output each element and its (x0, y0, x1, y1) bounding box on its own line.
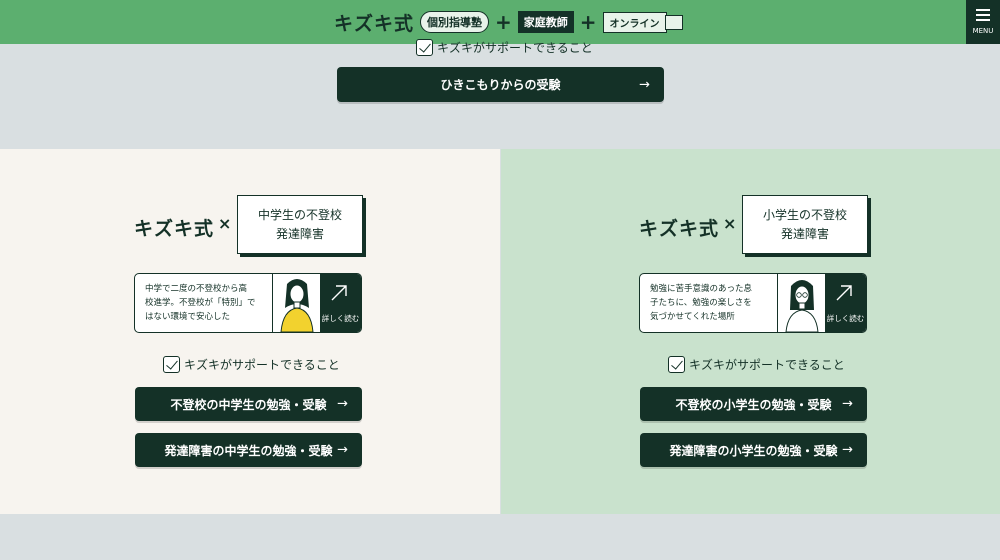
button-label: 不登校の小学生の勉強・受験 (675, 397, 832, 412)
panel-logo: キズキ式 (134, 218, 215, 240)
arrow-diagonal-icon (836, 285, 852, 301)
girl-illustration-icon (280, 279, 314, 332)
x-mark-icon: × (723, 214, 737, 233)
panel-title-line2: 発達障害 (780, 226, 829, 241)
elementary-panel: キズキ式 × 小学生の不登校 発達障害 勉強に苦手意識のあった息 子たちに、勉強… (501, 149, 1000, 514)
x-mark-icon: × (218, 214, 232, 233)
junior-high-developmental-button[interactable]: 発達障害の中学生の勉強・受験 → (135, 433, 362, 467)
hamburger-icon (976, 19, 990, 21)
logo-tag-online-label: オンライン (602, 11, 667, 33)
panel-title-box: 小学生の不登校 発達障害 (742, 195, 868, 254)
hikikomori-exam-button[interactable]: ひきこもりからの受験 → (337, 67, 664, 102)
arrow-right-icon: → (842, 396, 853, 412)
hamburger-icon (976, 14, 990, 16)
testimonial-line: はない環境で安心した (145, 312, 231, 322)
panel-title-line1: 中学生の不登校 (257, 207, 342, 222)
checkbox-icon (416, 39, 433, 56)
read-more-button[interactable]: 詳しく読む (320, 274, 361, 332)
menu-label: MENU (972, 27, 994, 35)
panel-title-box: 中学生の不登校 発達障害 (237, 195, 363, 254)
elementary-developmental-button[interactable]: 発達障害の小学生の勉強・受験 → (640, 433, 867, 467)
arrow-right-icon: → (842, 442, 853, 458)
arrow-diagonal-icon (331, 285, 347, 301)
panel-logo: キズキ式 (639, 218, 720, 240)
logo-tag-online: オンライン (602, 11, 683, 33)
support-check-label: キズキがサポートできること (184, 358, 340, 372)
button-label: 発達障害の中学生の勉強・受験 (164, 443, 333, 458)
student-illustration (272, 274, 320, 332)
testimonial-line: 気づかせてくれた場所 (650, 312, 735, 322)
testimonial-card[interactable]: 中学で二度の不登校から高 校進学。不登校が「特別」で はない環境で安心した 詳し… (134, 273, 362, 333)
testimonial-card[interactable]: 勉強に苦手意識のあった息 子たちに、勉強の楽しさを 気づかせてくれた場所 詳しく… (639, 273, 867, 333)
woman-illustration-icon (785, 280, 819, 332)
support-check-top: キズキがサポートできること (416, 39, 593, 56)
menu-button[interactable]: MENU (966, 0, 1000, 44)
checkbox-icon (668, 356, 685, 373)
testimonial-line: 子たちに、勉強の楽しさを (650, 298, 752, 308)
elementary-futoko-button[interactable]: 不登校の小学生の勉強・受験 → (640, 387, 867, 421)
testimonial-line: 中学で二度の不登校から高 (145, 284, 248, 294)
button-label: ひきこもりからの受験 (440, 78, 561, 92)
logo-tag-individual: 個別指導塾 (420, 11, 490, 33)
arrow-right-icon: → (337, 396, 348, 412)
support-check: キズキがサポートできること (668, 356, 845, 373)
button-label: 不登校の中学生の勉強・受験 (170, 397, 327, 412)
logo-tag-tutor: 家庭教師 (517, 11, 574, 33)
arrow-right-icon: → (639, 77, 650, 92)
plus-icon: + (495, 10, 512, 34)
site-logo[interactable]: キズキ式 個別指導塾 + 家庭教師 + オンライン (334, 7, 683, 37)
parent-illustration (777, 274, 825, 332)
support-check: キズキがサポートできること (163, 356, 340, 373)
monitor-icon (664, 14, 683, 30)
logo-text: キズキ式 (334, 12, 415, 35)
arrow-right-icon: → (337, 442, 348, 458)
support-check-label: キズキがサポートできること (689, 358, 845, 372)
site-header: キズキ式 個別指導塾 + 家庭教師 + オンライン MENU (0, 0, 1000, 44)
testimonial-text: 中学で二度の不登校から高 校進学。不登校が「特別」で はない環境で安心した (145, 282, 271, 324)
button-label: 発達障害の小学生の勉強・受験 (669, 443, 838, 458)
testimonial-line: 校進学。不登校が「特別」で (145, 298, 256, 308)
plus-icon: + (579, 10, 597, 34)
panel-title-line2: 発達障害 (275, 226, 324, 241)
junior-high-panel: キズキ式 × 中学生の不登校 発達障害 中学で二度の不登校から高 校進学。不登校… (0, 149, 500, 514)
testimonial-text: 勉強に苦手意識のあった息 子たちに、勉強の楽しさを 気づかせてくれた場所 (650, 282, 776, 324)
checkbox-icon (163, 356, 180, 373)
testimonial-line: 勉強に苦手意識のあった息 (650, 284, 753, 294)
support-check-label: キズキがサポートできること (437, 41, 593, 55)
read-more-button[interactable]: 詳しく読む (825, 274, 866, 332)
read-more-label: 詳しく読む (321, 314, 360, 323)
junior-high-futoko-button[interactable]: 不登校の中学生の勉強・受験 → (135, 387, 362, 421)
hamburger-icon (976, 9, 990, 11)
read-more-label: 詳しく読む (826, 314, 865, 323)
panel-title-line1: 小学生の不登校 (762, 207, 847, 222)
